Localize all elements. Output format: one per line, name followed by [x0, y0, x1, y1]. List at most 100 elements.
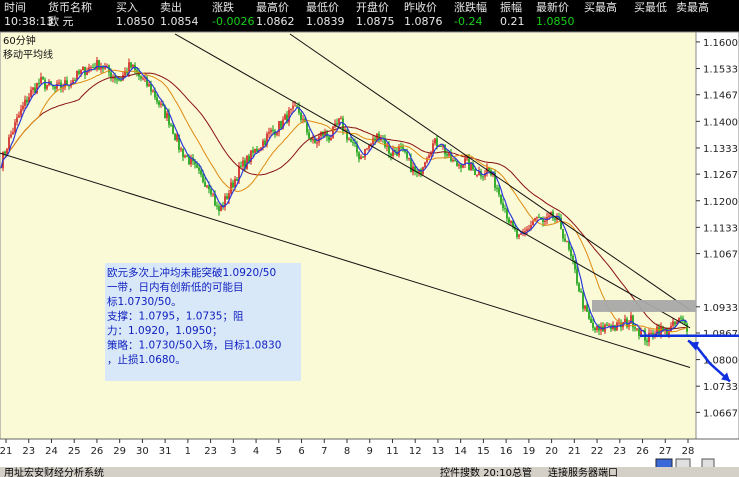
- annotation-line-5: 策略：1.0730/50入场，目标1.0830: [107, 339, 281, 352]
- candle-body-253: [506, 208, 508, 219]
- candle-body-105: [210, 189, 212, 195]
- quote-value-0: 10:38:13: [4, 15, 54, 28]
- candle-body-340: [680, 317, 682, 319]
- candle-body-134: [268, 132, 270, 134]
- candle-body-218: [436, 138, 438, 147]
- candle-body-78: [156, 97, 158, 102]
- x-tick-label-19: 13: [432, 446, 445, 457]
- candle-body-233: [466, 158, 468, 160]
- candle-body-69: [138, 72, 140, 77]
- candle-body-39: [78, 70, 80, 74]
- candle-body-264: [528, 228, 530, 230]
- quote-header-6: 最低价: [306, 1, 339, 14]
- candle-body-168: [336, 123, 338, 125]
- y-tick-label-6: 1.1200: [703, 197, 738, 208]
- candle-body-241: [482, 176, 484, 178]
- candle-body-151: [302, 119, 304, 121]
- candle-body-88: [176, 134, 178, 141]
- candle-body-226: [452, 159, 454, 161]
- candle-body-179: [358, 152, 360, 160]
- candle-body-28: [56, 83, 58, 89]
- candle-body-248: [496, 187, 498, 189]
- x-tick-label-0: 21: [0, 446, 12, 457]
- y-tick-label-0: 1.1600: [703, 38, 738, 49]
- candle-body-169: [338, 118, 340, 125]
- candle-body-98: [196, 164, 198, 168]
- y-tick-label-12: 1.0733: [703, 382, 738, 393]
- status-text-2: 控件搜数 20:10总管: [440, 468, 532, 477]
- candle-body-154: [308, 132, 310, 139]
- candle-body-181: [362, 156, 364, 158]
- quote-header-7: 开盘价: [356, 1, 389, 14]
- candle-body-4: [8, 137, 10, 150]
- candle-body-110: [220, 205, 222, 212]
- quote-header-2: 买入: [116, 1, 138, 14]
- quote-value-10: 0.21: [500, 15, 525, 28]
- candle-body-135: [270, 129, 272, 133]
- candle-body-16: [32, 87, 34, 90]
- x-tick-label-27: 23: [613, 446, 626, 457]
- candle-body-307: [614, 325, 616, 331]
- candle-body-274: [548, 215, 550, 218]
- candle-body-271: [542, 219, 544, 223]
- candle-body-258: [516, 229, 518, 237]
- candle-body-21: [42, 77, 44, 80]
- candle-body-120: [240, 166, 242, 168]
- status-text-1: 用址宏安财经分析系统: [4, 468, 104, 477]
- quote-header-10: 振幅: [500, 1, 522, 14]
- candle-body-74: [148, 84, 150, 86]
- candle-body-176: [352, 142, 354, 144]
- candle-body-337: [674, 321, 676, 325]
- candle-body-138: [276, 132, 278, 135]
- quote-value-2: 1.0850: [116, 15, 155, 28]
- candle-body-164: [328, 136, 330, 141]
- candle-body-128: [256, 148, 258, 152]
- candle-body-86: [172, 125, 174, 134]
- candle-body-212: [424, 162, 426, 168]
- candle-body-90: [180, 148, 182, 150]
- y-tick-label-2: 1.1467: [703, 91, 738, 102]
- candle-body-108: [216, 205, 218, 207]
- candle-body-147: [294, 105, 296, 107]
- candle-body-336: [672, 321, 674, 326]
- x-tick-label-29: 27: [659, 446, 672, 457]
- quote-bar: 时间 货币名称 买入 卖出 涨跌 最高价 最低价 开盘价 昨收价 涨跌幅 振幅 最新价 买最高 买最低 卖最…: [0, 0, 739, 30]
- x-tick-label-8: 1: [185, 446, 191, 457]
- candle-body-104: [208, 185, 210, 190]
- candle-body-46: [92, 67, 94, 69]
- candle-body-113: [226, 196, 228, 200]
- candle-body-268: [536, 216, 538, 219]
- candle-body-22: [44, 79, 46, 89]
- candle-body-180: [360, 156, 362, 160]
- candle-body-158: [316, 142, 318, 144]
- annotation-line-6: ，止损1.0680。: [107, 353, 186, 366]
- candle-body-183: [366, 148, 368, 150]
- candle-body-29: [58, 82, 60, 84]
- candle-body-23: [46, 85, 48, 89]
- x-tick-label-15: 8: [344, 446, 350, 457]
- candle-body-10: [20, 109, 22, 116]
- candle-body-269: [538, 216, 540, 218]
- y-tick-label-3: 1.1400: [703, 117, 738, 128]
- candle-body-142: [284, 114, 286, 120]
- candle-body-45: [90, 67, 92, 69]
- candle-body-323: [646, 340, 648, 343]
- candle-body-288: [576, 269, 578, 284]
- candle-body-20: [40, 77, 42, 84]
- quote-value-6: 1.0839: [306, 15, 345, 28]
- candle-body-131: [262, 140, 264, 148]
- status-bar: 用址宏安财经分析系统 控件搜数 20:10总管 连接服务器端口: [0, 467, 739, 477]
- candle-body-40: [80, 70, 82, 74]
- quote-header-4: 涨跌: [212, 1, 234, 14]
- candle-body-319: [638, 328, 640, 337]
- candle-body-83: [166, 112, 168, 119]
- candle-body-249: [498, 188, 500, 195]
- candle-body-281: [562, 229, 564, 239]
- candle-body-144: [288, 110, 290, 123]
- candle-body-116: [232, 182, 234, 188]
- keyboard-icon: [655, 458, 673, 467]
- candle-body-277: [554, 218, 556, 220]
- candle-body-150: [300, 112, 302, 120]
- candle-body-292: [584, 305, 586, 309]
- candle-body-100: [200, 170, 202, 175]
